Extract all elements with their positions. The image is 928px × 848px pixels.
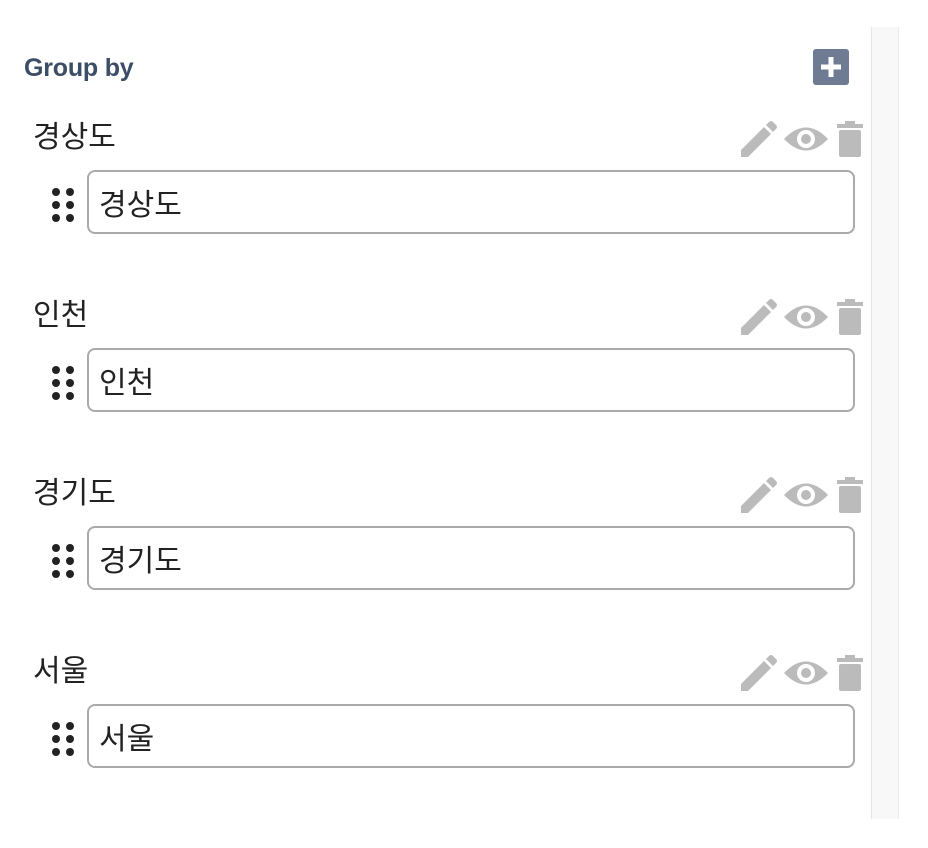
panel-title: Group by xyxy=(24,54,134,82)
trash-icon[interactable] xyxy=(836,477,864,513)
group-value-input[interactable] xyxy=(87,348,855,412)
drag-handle-icon[interactable] xyxy=(50,187,76,223)
group-item: 인천 xyxy=(0,296,870,446)
group-item: 경기도 xyxy=(0,474,870,624)
right-scroll-rail[interactable] xyxy=(871,27,899,819)
group-actions xyxy=(738,476,868,516)
group-item: 서울 xyxy=(0,652,870,802)
eye-icon[interactable] xyxy=(783,122,829,156)
group-item: 경상도 xyxy=(0,118,870,268)
pencil-icon[interactable] xyxy=(738,298,778,338)
group-actions xyxy=(738,298,868,338)
eye-icon[interactable] xyxy=(783,656,829,690)
eye-icon[interactable] xyxy=(783,478,829,512)
group-label: 서울 xyxy=(33,654,89,689)
trash-icon[interactable] xyxy=(836,121,864,157)
group-actions xyxy=(738,120,868,160)
add-group-button[interactable] xyxy=(813,49,849,85)
drag-handle-icon[interactable] xyxy=(50,543,76,579)
drag-handle-icon[interactable] xyxy=(50,721,76,757)
group-label: 경상도 xyxy=(33,120,116,155)
group-actions xyxy=(738,654,868,694)
drag-handle-icon[interactable] xyxy=(50,365,76,401)
group-label: 경기도 xyxy=(33,476,116,511)
pencil-icon[interactable] xyxy=(738,120,778,160)
eye-icon[interactable] xyxy=(783,300,829,334)
group-value-input[interactable] xyxy=(87,170,855,234)
trash-icon[interactable] xyxy=(836,655,864,691)
pencil-icon[interactable] xyxy=(738,654,778,694)
group-value-input[interactable] xyxy=(87,526,855,590)
group-value-input[interactable] xyxy=(87,704,855,768)
plus-icon xyxy=(821,57,841,77)
group-label: 인천 xyxy=(33,298,89,333)
pencil-icon[interactable] xyxy=(738,476,778,516)
trash-icon[interactable] xyxy=(836,299,864,335)
